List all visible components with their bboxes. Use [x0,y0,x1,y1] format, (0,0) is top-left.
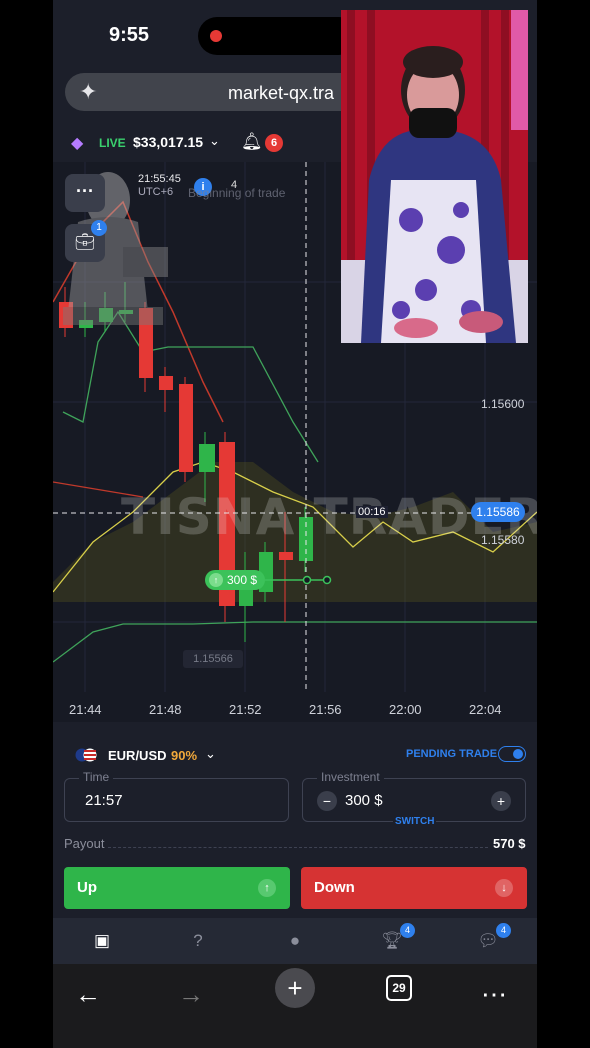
open-trade-amount: 300 $ [227,573,258,587]
pending-trade-label[interactable]: PENDING TRADE [406,748,497,760]
diamond-icon: ◆ [71,135,84,152]
chat-badge: 4 [496,923,511,938]
time-field[interactable]: Time 21:57 [64,770,289,822]
payout-divider [108,847,488,848]
status-time: 9:55 [109,24,150,46]
current-price-tag: 1.15586 [471,502,525,522]
switch-button[interactable]: SWITCH [393,816,437,827]
candle [199,444,215,472]
asset-payout-percent: 90% [171,748,198,763]
candle [159,376,173,390]
more-options-icon[interactable]: ⋯ [474,974,514,1014]
profile-icon[interactable]: ● [283,929,307,953]
app-bottom-nav: ▣ ? ● 🏆︎ 4 💬︎ 4 [53,918,537,964]
indicator-line-green-lower [53,621,537,663]
notification-badge: 6 [265,134,283,152]
up-button-label: Up [77,879,97,896]
chart-timezone: UTC+6 [138,186,174,198]
briefcase-badge: 1 [91,220,107,236]
back-arrow-icon[interactable]: ← [68,974,108,1014]
x-tick: 22:00 [389,702,422,717]
candle [179,384,193,472]
chevron-down-icon[interactable]: ⌄ [209,133,220,149]
payout-label: Payout [64,836,105,851]
beginning-of-trade-label: Beginning of trade [188,186,286,200]
account-balance[interactable]: $33,017.15 [133,134,203,150]
investment-field-label: Investment [317,770,384,784]
arrow-up-icon: ↑ [258,879,276,897]
x-tick: 21:52 [229,702,262,717]
chart-menu-button[interactable]: ··· [65,174,105,212]
account-mode[interactable]: LIVE [99,136,126,150]
chart-clock: 21:55:45 [138,173,181,185]
browser-toolbar: ← → + 29 ⋯ [53,964,537,1048]
arrow-down-icon: ↓ [495,879,513,897]
bell-icon[interactable]: 🔔︎ [241,132,263,152]
pending-trade-toggle[interactable] [498,746,526,762]
trade-panel: EUR/USD 90% ⌄ PENDING TRADE Time 21:57 I… [53,722,537,918]
chart-image-icon[interactable]: ▣ [90,929,114,953]
forward-arrow-icon[interactable]: → [171,974,211,1014]
asset-pair[interactable]: EUR/USD [108,748,167,763]
down-button[interactable]: Down ↓ [301,867,527,909]
price-label-top: 1.15600 [481,397,525,411]
x-tick: 22:04 [469,702,502,717]
screen: 9:55 ✦ market-qx.tra ◆ LIVE $33,017.15 ⌄… [0,0,590,1048]
x-tick: 21:44 [69,702,102,717]
x-tick: 21:48 [149,702,182,717]
url-text[interactable]: market-qx.tra [228,83,334,104]
video-overlay[interactable] [341,10,528,343]
x-tick: 21:56 [309,702,342,717]
payout-value: 570 $ [493,836,526,851]
new-tab-plus-icon[interactable]: + [275,968,315,1008]
chevron-down-icon[interactable]: ⌄ [205,746,216,762]
tabs-count-button[interactable]: 29 [386,975,412,1001]
eu-us-flag-icon [75,748,97,762]
sparkle-icon[interactable]: ✦ [79,79,97,105]
time-field-label: Time [79,770,114,784]
open-trade-tag[interactable]: ↑ 300 $ [205,570,265,590]
arrow-up-icon: ↑ [209,573,223,587]
price-label-bottom: 1.15580 [481,533,525,547]
trophy-badge: 4 [400,923,415,938]
dynamic-island [198,17,358,55]
plus-button[interactable]: + [491,791,511,811]
low-price-label: 1.15566 [183,650,243,668]
recording-indicator-icon [210,30,222,42]
countdown-timer: 00:16 [356,506,388,518]
presenter-video-image [341,10,528,343]
down-button-label: Down [314,879,355,896]
up-button[interactable]: Up ↑ [64,867,290,909]
time-field-value[interactable]: 21:57 [85,792,123,809]
investment-field-value[interactable]: 300 $ [345,792,383,809]
help-icon[interactable]: ? [186,929,210,953]
candle [279,552,293,560]
minus-button[interactable]: − [317,791,337,811]
